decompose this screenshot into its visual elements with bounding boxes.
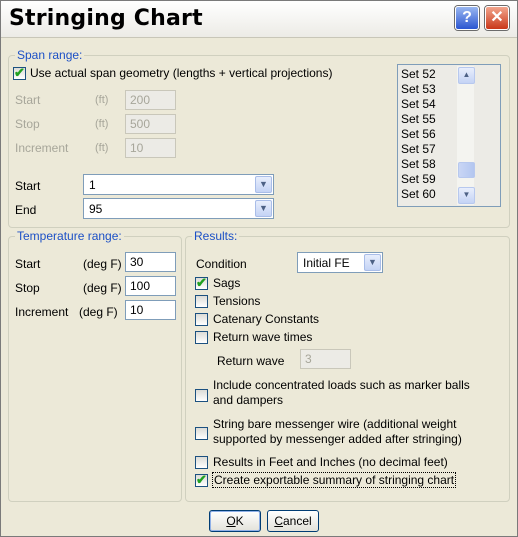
temp-stop-label: Stop [15,281,40,295]
list-item[interactable]: Set 57 [401,142,436,157]
list-item[interactable]: Set 52 [401,67,436,82]
scroll-down-icon[interactable]: ▼ [458,187,475,204]
exportable-summary-checkbox[interactable] [195,472,208,488]
start-combo-value: 1 [89,178,96,192]
include-loads-label-line2: and dampers [213,393,284,407]
start-combo[interactable]: 1 ▼ [83,174,274,195]
temp-stop-unit: (deg F) [83,281,122,295]
catenary-constants-label: Catenary Constants [213,312,320,326]
span-increment-input[interactable]: 10 [125,138,176,158]
cancel-button[interactable]: Cancel [267,510,319,532]
messenger-wire-checkbox[interactable] [195,427,208,440]
use-actual-geometry-label: Use actual span geometry (lengths + vert… [30,66,333,80]
ok-button[interactable]: OK [209,510,261,532]
return-wave-label: Return wave [217,354,285,368]
exportable-summary-label: Create exportable summary of stringing c… [211,472,457,488]
span-start-label: Start [15,93,41,107]
use-actual-geometry-checkbox[interactable] [13,65,26,81]
end-combo[interactable]: 95 ▼ [83,198,274,219]
cancel-mnemonic: C [274,514,283,528]
list-item[interactable]: Set 54 [401,97,436,112]
chevron-down-icon[interactable]: ▼ [255,176,272,193]
sags-label: Sags [213,276,241,290]
return-wave-times-label: Return wave times [213,330,313,344]
span-start-unit: (ft) [95,94,109,106]
feet-inches-label: Results in Feet and Inches (no decimal f… [213,455,448,469]
span-stop-unit: (ft) [95,118,109,130]
end-combo-label: End [15,203,37,217]
condition-label: Condition [196,257,247,271]
temperature-range-legend: Temperature range: [15,229,124,243]
close-button[interactable]: ✕ [485,6,509,30]
catenary-constants-checkbox[interactable] [195,313,208,326]
list-item[interactable]: Set 56 [401,127,436,142]
temp-increment-input[interactable]: 10 [125,300,176,320]
condition-value: Initial FE [303,256,350,270]
return-wave-times-checkbox[interactable] [195,331,208,344]
list-item[interactable]: Set 60 [401,187,436,202]
window-title: Stringing Chart [9,6,203,31]
return-wave-input[interactable]: 3 [300,349,351,369]
chevron-down-icon[interactable]: ▼ [255,200,272,217]
temp-start-input[interactable]: 30 [125,252,176,272]
span-start-input[interactable]: 200 [125,90,176,110]
list-item[interactable]: Set 58 [401,157,436,172]
list-item[interactable]: Set 53 [401,82,436,97]
span-increment-label: Increment [15,141,69,155]
condition-combo[interactable]: Initial FE ▼ [297,252,383,273]
feet-inches-checkbox[interactable] [195,456,208,469]
stringing-chart-dialog: Stringing Chart ? ✕ Span range: Use actu… [0,0,518,537]
span-stop-input[interactable]: 500 [125,114,176,134]
scrollbar-thumb[interactable] [458,162,475,178]
end-combo-value: 95 [89,202,103,216]
sets-listbox[interactable]: Set 52 Set 53 Set 54 Set 55 Set 56 Set 5… [397,64,501,207]
sags-checkbox[interactable] [195,275,208,291]
temp-start-label: Start [15,257,41,271]
ok-label-rest: K [235,514,244,528]
help-button[interactable]: ? [455,6,479,30]
start-combo-label: Start [15,179,41,193]
temp-start-unit: (deg F) [83,257,122,271]
temp-increment-unit: (deg F) [79,305,118,319]
include-loads-checkbox[interactable] [195,389,208,402]
include-loads-label-line1: Include concentrated loads such as marke… [213,378,470,392]
span-stop-label: Stop [15,117,40,131]
scroll-up-icon[interactable]: ▲ [458,67,475,84]
messenger-wire-label-line2: supported by messenger added after strin… [213,432,462,446]
title-bar: Stringing Chart ? ✕ [1,1,517,38]
span-increment-unit: (ft) [95,142,109,154]
results-legend: Results: [192,229,240,243]
list-item[interactable]: Set 55 [401,112,436,127]
temp-increment-label: Increment [15,305,69,319]
cancel-label-rest: ancel [282,514,312,528]
chevron-down-icon[interactable]: ▼ [364,254,381,271]
tensions-checkbox[interactable] [195,295,208,308]
temp-stop-input[interactable]: 100 [125,276,176,296]
span-range-legend: Span range: [15,48,85,62]
list-item[interactable]: Set 59 [401,172,436,187]
tensions-label: Tensions [213,294,261,308]
sets-scrollbar[interactable]: ▲ ▼ [457,66,475,205]
messenger-wire-label-line1: String bare messenger wire (additional w… [213,417,457,431]
ok-mnemonic: O [226,514,236,528]
